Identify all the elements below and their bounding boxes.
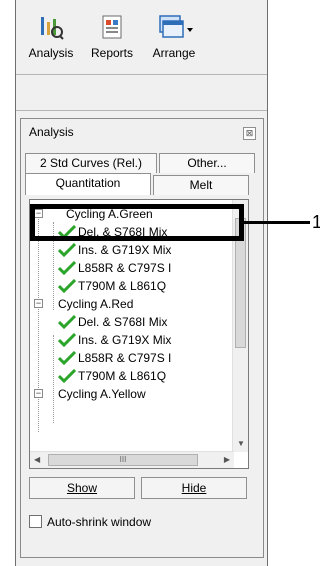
tree-group-label[interactable]: Cycling A.Yellow [58,385,146,403]
analysis-panel: Analysis Reports Arrange Analysis ⊠ 2 St… [15,0,268,566]
hide-button[interactable]: Hide [141,477,247,499]
analysis-toolbar-button[interactable]: Analysis [22,14,80,60]
callout-line [244,221,310,224]
close-icon[interactable]: ⊠ [243,127,256,140]
collapse-icon[interactable]: − [34,299,43,308]
green-check-icon [58,279,76,293]
show-button-label: Show [66,481,98,495]
analysis-toolbar-label: Analysis [28,46,74,60]
tree-connector [38,214,39,432]
green-check-icon [58,243,76,257]
tree-item-label[interactable]: L858R & C797S I [78,259,171,277]
green-check-icon [58,261,76,275]
tree-item-label[interactable]: T790M & L861Q [78,367,166,385]
scroll-left-arrow-icon[interactable]: ◀ [34,456,40,464]
tree-item-label[interactable]: Ins. & G719X Mix [78,241,171,259]
arrange-toolbar-button[interactable]: Arrange [143,14,205,60]
auto-shrink-label: Auto-shrink window [47,515,152,529]
reports-icon [102,15,122,39]
green-check-icon [58,333,76,347]
arrange-icon [159,15,193,38]
collapse-icon[interactable]: − [34,389,43,398]
reports-toolbar-button[interactable]: Reports [86,14,138,60]
highlight-box [30,204,244,241]
tree-horizontal-scrollbar[interactable]: ◀ III ▶ [30,451,234,468]
toolbar: Analysis Reports Arrange [16,0,267,74]
tab-2-std-curves[interactable]: 2 Std Curves (Rel.) [25,153,157,173]
tab-other[interactable]: Other... [159,153,255,173]
toolbar-empty-strip [16,75,267,110]
tree-group-label[interactable]: Cycling A.Red [58,295,133,313]
tree-item-label[interactable]: Del. & S768I Mix [78,313,167,331]
analysis-icon [41,17,64,40]
tree-item-label[interactable]: T790M & L861Q [78,277,166,295]
toolbar-divider-lower [16,110,267,111]
green-check-icon [58,315,76,329]
tab-melt[interactable]: Melt [153,175,249,195]
horizontal-scroll-thumb[interactable]: III [48,454,198,466]
reports-toolbar-label: Reports [90,46,134,60]
dock-title: Analysis [29,125,74,139]
tree-item-label[interactable]: L858R & C797S I [78,349,171,367]
green-check-icon [58,351,76,365]
scroll-down-arrow-icon[interactable]: ▼ [237,440,245,448]
hide-button-label: Hide [181,481,207,495]
analysis-dock-window: Analysis ⊠ 2 Std Curves (Rel.) Other... … [20,118,264,558]
arrange-toolbar-label: Arrange [152,46,196,60]
scroll-right-arrow-icon[interactable]: ▶ [224,456,230,464]
callout-number: 1 [312,212,320,232]
analysis-tabs: 2 Std Curves (Rel.) Other... Quantitatio… [25,153,259,201]
green-check-icon [58,369,76,383]
tree-connector [53,335,54,423]
auto-shrink-checkbox[interactable] [29,515,42,528]
show-button[interactable]: Show [29,477,135,499]
tab-quantitation[interactable]: Quantitation [25,173,151,195]
tree-item-label[interactable]: Ins. & G719X Mix [78,331,171,349]
